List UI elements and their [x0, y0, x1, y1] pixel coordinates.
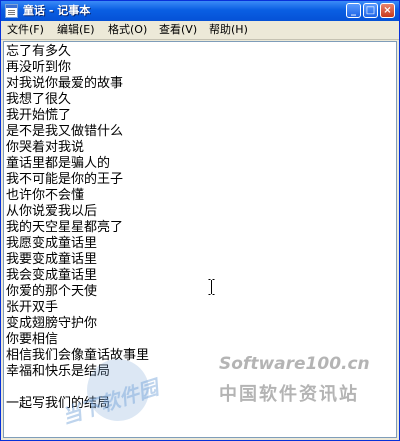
text-line: 我不可能是你的王子 — [6, 172, 124, 187]
text-line: 我开始慌了 — [6, 108, 72, 123]
text-line: 对我说你最爱的故事 — [6, 76, 124, 91]
text-cursor-icon — [208, 279, 215, 295]
text-line: 我要变成童话里 — [6, 252, 98, 267]
text-line: 张开双手 — [6, 300, 59, 315]
text-line: 我会变成童话里 — [6, 268, 98, 283]
text-line: 变成翅膀守护你 — [6, 316, 98, 331]
text-line: 童话里都是骗人的 — [6, 156, 111, 171]
text-line: 也许你不会懂 — [6, 188, 85, 203]
text-line: 幸福和快乐是结局 — [6, 364, 111, 379]
text-line: 再没听到你 — [6, 60, 72, 75]
menu-bar: 文件(F) 编辑(E) 格式(O) 查看(V) 帮助(H) — [1, 21, 399, 40]
text-line: 忘了有多久 — [6, 44, 72, 59]
menu-view[interactable]: 查看(V) — [159, 23, 197, 37]
text-line: 你爱的那个天使 — [6, 284, 98, 299]
text-editor[interactable]: 忘了有多久 再没听到你 对我说你最爱的故事 我想了很久 我开始慌了 是不是我又做… — [3, 41, 397, 438]
text-line: 从你说爱我以后 — [6, 204, 98, 219]
text-line: 一起写我们的结局 — [6, 396, 111, 411]
maximize-button[interactable]: □ — [363, 3, 378, 18]
close-button[interactable]: × — [380, 3, 395, 18]
notepad-window: 童话 - 记事本 _ □ × 文件(F) 编辑(E) 格式(O) 查看(V) 帮… — [0, 0, 400, 441]
text-line: 我的天空星星都亮了 — [6, 220, 124, 235]
text-line: 你哭着对我说 — [6, 140, 85, 155]
text-line: 我愿变成童话里 — [6, 236, 98, 251]
text-line: 相信我们会像童话故事里 — [6, 348, 150, 363]
menu-file[interactable]: 文件(F) — [7, 23, 44, 37]
title-bar[interactable]: 童话 - 记事本 _ □ × — [1, 1, 399, 21]
menu-help[interactable]: 帮助(H) — [209, 23, 248, 37]
notepad-icon — [5, 4, 18, 18]
menu-format[interactable]: 格式(O) — [108, 23, 147, 37]
text-line: 我想了很久 — [6, 92, 72, 107]
menu-edit[interactable]: 编辑(E) — [57, 23, 95, 37]
window-title: 童话 - 记事本 — [23, 4, 91, 17]
text-line: 你要相信 — [6, 332, 59, 347]
text-line: 是不是我又做错什么 — [6, 124, 124, 139]
minimize-button[interactable]: _ — [346, 3, 361, 18]
